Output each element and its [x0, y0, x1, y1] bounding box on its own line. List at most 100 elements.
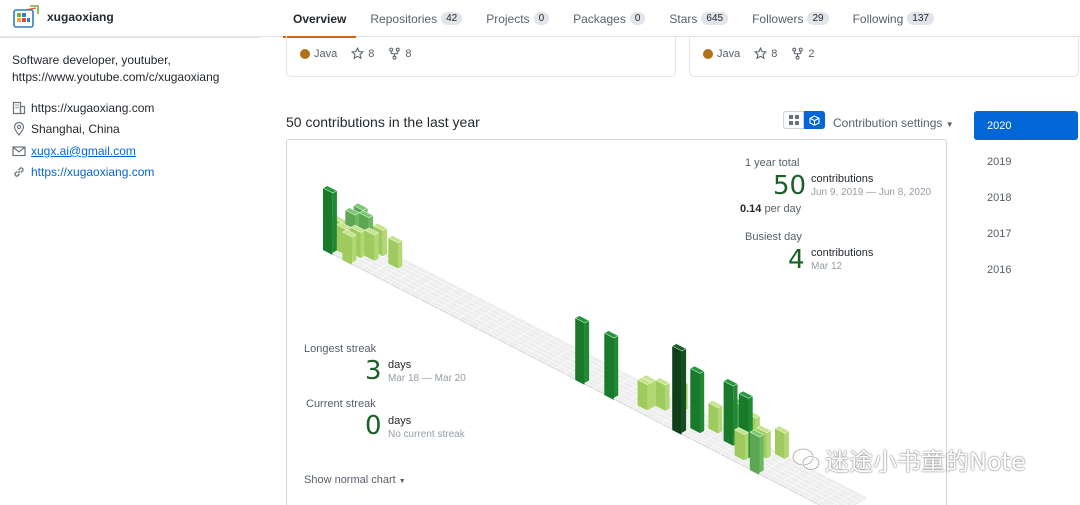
watermark-text: 迷途小书童的Note: [825, 448, 1026, 476]
tab-counter: 0: [629, 12, 646, 25]
tab-projects[interactable]: Projects 0: [476, 0, 559, 37]
current-streak-value: 0: [365, 411, 382, 441]
tab-label: Stars: [669, 11, 698, 26]
caret-down-icon: ▼: [945, 120, 954, 129]
email-row: xugx.ai@gmail.com: [12, 140, 154, 162]
current-streak-sub: No current streak: [388, 429, 465, 440]
website-link[interactable]: https://xugaoxiang.com: [31, 165, 154, 179]
tab-counter: 29: [807, 12, 829, 25]
grid-icon: [788, 115, 799, 125]
year-total-unit: contributions: [811, 173, 874, 185]
chart-view-toggle: [783, 111, 825, 129]
company-row: https://xugaoxiang.com: [12, 97, 154, 119]
tab-label: Overview: [293, 11, 347, 26]
pinned-repo-card[interactable]: Java 8 8: [286, 36, 676, 77]
repo-forks[interactable]: 2: [791, 47, 815, 60]
contribution-bar[interactable]: [603, 330, 619, 400]
2d-view-button[interactable]: [783, 111, 804, 129]
year-link[interactable]: 2016: [974, 252, 1078, 288]
profile-bio: Software developer, youtuber, https://ww…: [12, 52, 252, 86]
tab-packages[interactable]: Packages 0: [563, 0, 655, 37]
tab-label: Followers: [752, 11, 804, 26]
year-total-label: 1 year total: [745, 157, 800, 169]
tab-stars[interactable]: Stars 645: [659, 0, 738, 37]
profile-brand[interactable]: xugaoxiang: [12, 4, 114, 30]
3d-view-button[interactable]: [804, 111, 825, 129]
year-list: 2020 2019 2018 2017 2016: [974, 111, 1078, 288]
divider: [0, 37, 260, 38]
cube-icon: [809, 114, 820, 126]
repo-language: Java: [314, 47, 338, 60]
bio-line: https://www.youtube.com/c/xugaoxiang: [12, 70, 220, 84]
company-text: https://xugaoxiang.com: [31, 100, 155, 115]
repo-stars[interactable]: 8: [351, 47, 374, 60]
year-total-range: Jun 9, 2019 — Jun 8, 2020: [811, 187, 932, 198]
username: xugaoxiang: [47, 10, 114, 24]
year-total-value: 50: [773, 171, 807, 201]
longest-streak-label: Longest streak: [304, 343, 377, 355]
year-link[interactable]: 2019: [974, 144, 1078, 180]
current-streak-label: Current streak: [306, 398, 376, 410]
stars-count: 8: [771, 47, 778, 60]
longest-streak-unit: days: [388, 359, 412, 371]
per-day-value: 0.14: [740, 203, 762, 215]
year-link[interactable]: 2020: [974, 111, 1078, 140]
tab-label: Packages: [573, 11, 626, 26]
busiest-day-label: Busiest day: [745, 231, 802, 243]
star-icon: [754, 47, 768, 60]
longest-streak-range: Mar 18 — Mar 20: [388, 373, 466, 384]
profile-details: https://xugaoxiang.com Shanghai, China x…: [12, 97, 154, 183]
mail-icon: [12, 146, 26, 156]
profile-tabs: Overview Repositories 42 Projects 0 Pack…: [283, 0, 948, 38]
per-day-stat: 0.14 per day: [740, 203, 801, 215]
current-streak-unit: days: [388, 415, 412, 427]
fork-icon: [792, 47, 804, 60]
year-link[interactable]: 2018: [974, 180, 1078, 216]
year-link[interactable]: 2017: [974, 216, 1078, 252]
contribution-bar[interactable]: [749, 429, 765, 475]
show-normal-chart-link[interactable]: Show normal chart ▼: [304, 474, 406, 486]
repo-stars[interactable]: 8: [754, 47, 777, 60]
organization-icon: [12, 101, 26, 114]
watermark: 迷途小书童的Note: [791, 442, 1026, 477]
avatar: [13, 5, 39, 28]
contribution-settings-dropdown[interactable]: Contribution settings ▼: [833, 116, 954, 130]
location-row: Shanghai, China: [12, 119, 154, 141]
forks-count: 8: [405, 47, 412, 60]
repo-meta: Java 8 2: [703, 47, 829, 60]
show-normal-label: Show normal chart: [304, 474, 396, 486]
tab-overview[interactable]: Overview: [283, 0, 357, 38]
tab-label: Repositories: [370, 11, 438, 26]
busiest-day-value: 4: [788, 245, 805, 275]
star-icon: [351, 47, 365, 60]
tab-label: Projects: [486, 11, 530, 26]
per-day-text: per day: [764, 203, 802, 215]
longest-streak-value: 3: [365, 356, 382, 386]
tab-counter: 0: [533, 12, 550, 25]
stars-count: 8: [368, 47, 375, 60]
contribution-bar[interactable]: [574, 315, 590, 385]
tab-followers[interactable]: Followers 29: [742, 0, 838, 37]
email-link[interactable]: xugx.ai@gmail.com: [31, 144, 136, 158]
contribution-bar[interactable]: [671, 343, 687, 435]
repo-meta: Java 8 8: [300, 47, 426, 60]
contribution-bar[interactable]: [322, 185, 338, 255]
tab-label: Following: [852, 11, 904, 26]
profile-header: xugaoxiang Overview Repositories 42 Proj…: [0, 0, 1080, 38]
language-color-dot: [300, 48, 310, 59]
repo-language: Java: [717, 47, 741, 60]
settings-label: Contribution settings: [833, 116, 943, 130]
website-row: https://xugaoxiang.com: [12, 162, 154, 184]
repo-forks[interactable]: 8: [388, 47, 412, 60]
tab-repositories[interactable]: Repositories 42: [360, 0, 472, 37]
contribution-bar[interactable]: [341, 229, 357, 265]
link-icon: [14, 167, 24, 177]
forks-count: 2: [808, 47, 815, 60]
contribution-bar[interactable]: [689, 365, 705, 436]
location-icon: [13, 122, 25, 137]
location-text: Shanghai, China: [31, 122, 120, 137]
fork-icon: [389, 47, 401, 60]
pinned-repo-card[interactable]: Java 8 2: [689, 36, 1079, 77]
tab-following[interactable]: Following 137: [843, 0, 944, 37]
bio-line: Software developer, youtuber,: [12, 53, 171, 67]
